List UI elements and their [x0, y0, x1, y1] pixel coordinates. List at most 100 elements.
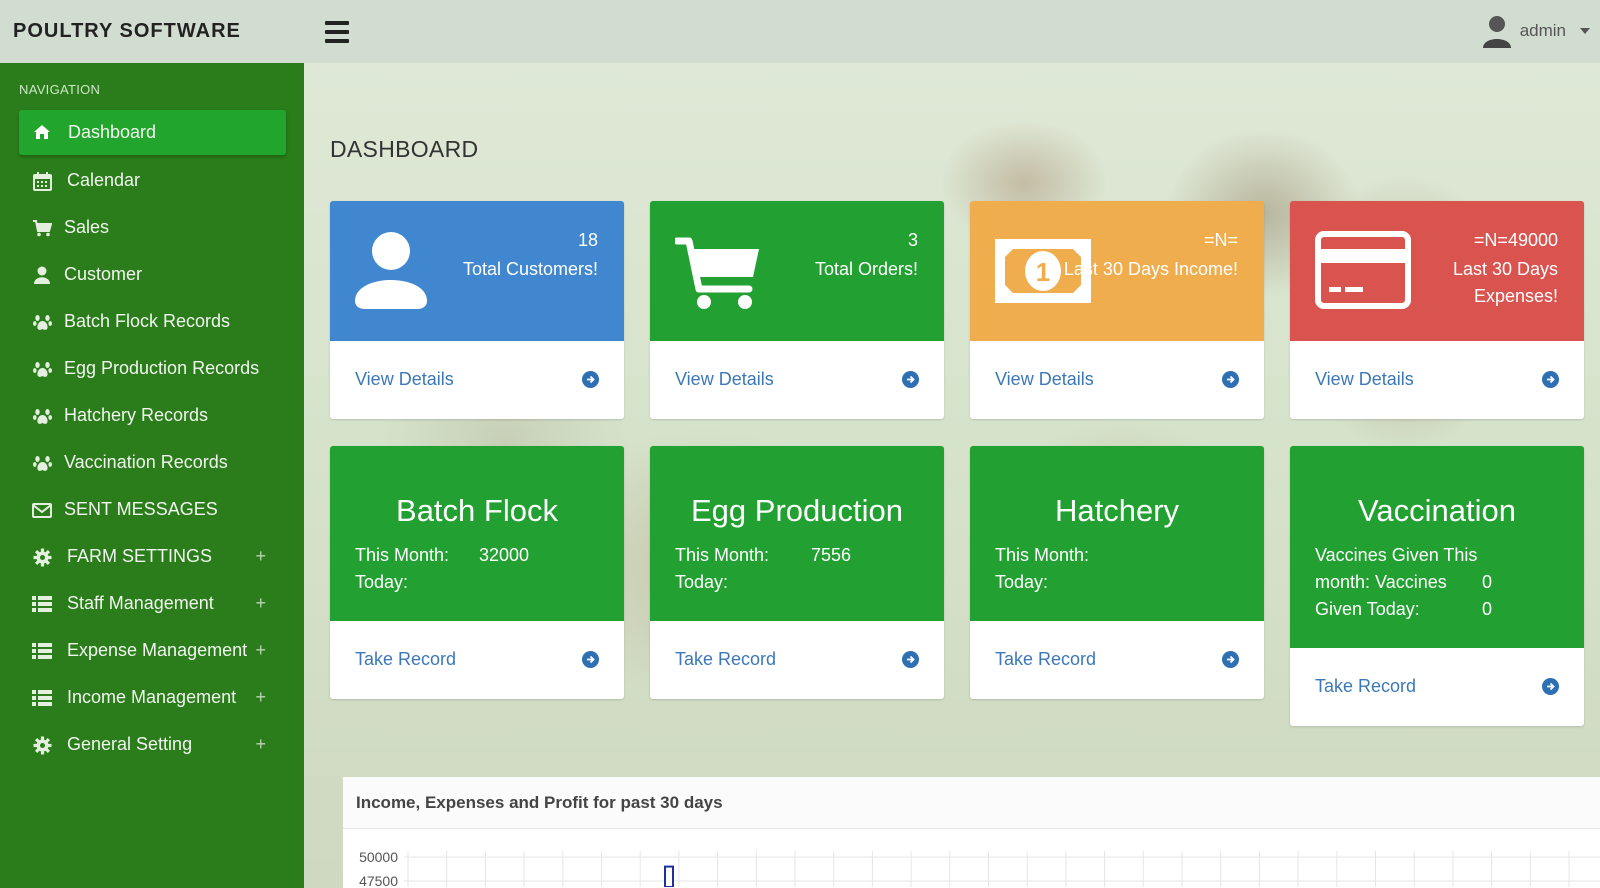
chart-bar[interactable] [664, 865, 674, 888]
stat-caption-line: Last 30 Days [1452, 259, 1558, 279]
stat-caption: Total Customers! [462, 259, 598, 279]
menu-toggle-icon[interactable] [325, 20, 349, 43]
sidebar-item-label: Customer [64, 264, 143, 284]
arrow-circle-right-icon [582, 371, 599, 388]
list-icon [31, 593, 53, 615]
record-card-hatchery: Hatchery This Month: Today: Take Record [970, 446, 1264, 699]
record-title: Batch Flock [396, 493, 558, 528]
user-icon [31, 264, 53, 286]
vaccines-today-value: 0 [1482, 599, 1493, 619]
main-content: DASHBOARD 18 Total Customers! View Detai… [304, 63, 1600, 888]
take-record-link[interactable]: Take Record [650, 621, 944, 699]
take-record-label: Take Record [355, 649, 457, 669]
sidebar-item-staff-management[interactable]: Staff Management + [0, 580, 304, 627]
sidebar-item-label: General Setting [67, 734, 193, 754]
paw-icon [31, 358, 53, 380]
stat-caption-line: Expenses! [1473, 286, 1558, 306]
stat-value: =N=49000 [1473, 230, 1558, 250]
sidebar-item-label: Expense Management [67, 640, 248, 660]
record-title: Vaccination [1358, 493, 1516, 528]
view-details-label: View Details [675, 369, 774, 389]
sidebar-item-income-management[interactable]: Income Management + [0, 674, 304, 721]
credit-card-icon [1315, 231, 1411, 309]
vaccines-month-label: month: Vaccines [1315, 572, 1447, 592]
sidebar-item-farm-settings[interactable]: FARM SETTINGS + [0, 533, 304, 580]
sidebar-item-label: Dashboard [68, 122, 157, 142]
record-card-header: Egg Production This Month: 7556 Today: [650, 446, 944, 621]
sidebar-item-general-setting[interactable]: General Setting + [0, 721, 304, 768]
take-record-link[interactable]: Take Record [970, 621, 1264, 699]
sidebar-item-sent-messages[interactable]: SENT MESSAGES [0, 486, 304, 533]
chevron-down-icon [1580, 28, 1590, 34]
view-details-link[interactable]: View Details [650, 341, 944, 419]
expand-icon[interactable]: + [255, 546, 266, 567]
cart-icon [675, 237, 759, 309]
paw-icon [31, 405, 53, 427]
expand-icon[interactable]: + [255, 687, 266, 708]
sidebar-item-dashboard[interactable]: Dashboard [19, 110, 286, 155]
arrow-circle-right-icon [902, 651, 919, 668]
stat-caption: Total Orders! [814, 259, 918, 279]
sidebar: NAVIGATION Dashboard Calendar Sales Cust… [0, 63, 304, 888]
envelope-icon [31, 499, 53, 521]
vaccines-line: Vaccines Given This [1315, 545, 1478, 565]
stat-card-header: 1 =N= Last 30 Days Income! [970, 201, 1264, 341]
record-card-header: Batch Flock This Month: 32000 Today: [330, 446, 624, 621]
arrow-circle-right-icon [1542, 371, 1559, 388]
stat-value: =N= [1203, 230, 1238, 250]
take-record-link[interactable]: Take Record [330, 621, 624, 699]
gear-icon [31, 734, 53, 756]
sidebar-item-label: FARM SETTINGS [67, 546, 213, 566]
sidebar-item-label: Income Management [67, 687, 237, 707]
record-title: Hatchery [1054, 493, 1180, 528]
stat-card-header: 18 Total Customers! [330, 201, 624, 341]
sidebar-item-hatchery-records[interactable]: Hatchery Records [0, 392, 304, 439]
record-card-batch-flock: Batch Flock This Month: 32000 Today: Tak… [330, 446, 624, 699]
month-value: 7556 [811, 545, 852, 565]
user-icon [355, 232, 427, 309]
expand-icon[interactable]: + [255, 593, 266, 614]
stat-card-income: 1 =N= Last 30 Days Income! View Details [970, 201, 1264, 419]
paw-icon [31, 311, 53, 333]
record-card-header: Vaccination Vaccines Given This month: V… [1290, 446, 1584, 648]
y-tick-label: 47500 [359, 873, 398, 887]
today-label: Today: [675, 572, 729, 592]
view-details-link[interactable]: View Details [330, 341, 624, 419]
view-details-link[interactable]: View Details [970, 341, 1264, 419]
vaccines-month-value: 0 [1482, 572, 1493, 592]
arrow-circle-right-icon [582, 651, 599, 668]
brand-title: POULTRY SOFTWARE [13, 20, 241, 42]
arrow-circle-right-icon [1222, 371, 1239, 388]
arrow-circle-right-icon [1542, 678, 1559, 695]
expand-icon[interactable]: + [255, 734, 266, 755]
sidebar-item-calendar[interactable]: Calendar [0, 157, 304, 204]
sidebar-item-label: SENT MESSAGES [64, 499, 218, 519]
sidebar-item-sales[interactable]: Sales [0, 204, 304, 251]
sidebar-item-egg-production-records[interactable]: Egg Production Records [0, 345, 304, 392]
sidebar-item-label: Batch Flock Records [64, 311, 231, 331]
expand-icon[interactable]: + [255, 640, 266, 661]
chart-title: Income, Expenses and Profit for past 30 … [343, 777, 1600, 829]
take-record-label: Take Record [675, 649, 777, 669]
today-label: Today: [995, 572, 1049, 592]
sidebar-item-vaccination-records[interactable]: Vaccination Records [0, 439, 304, 486]
user-name: admin [1519, 21, 1566, 40]
sidebar-item-label: Calendar [67, 170, 141, 190]
view-details-link[interactable]: View Details [1290, 341, 1584, 419]
month-label: This Month: [995, 545, 1090, 565]
top-bar: POULTRY SOFTWARE admin [0, 0, 1600, 63]
stat-card-expenses: =N=49000 Last 30 Days Expenses! View Deta… [1290, 201, 1584, 419]
stat-value: 3 [907, 230, 918, 250]
home-icon [31, 121, 53, 143]
user-menu[interactable]: admin [1482, 14, 1590, 48]
stat-caption: Last 30 Days Expenses! [1453, 256, 1558, 310]
y-tick-label: 50000 [359, 849, 398, 865]
chart-svg: 50000 47500 [359, 849, 1600, 888]
sidebar-item-customer[interactable]: Customer [0, 251, 304, 298]
sidebar-item-expense-management[interactable]: Expense Management + [0, 627, 304, 674]
calendar-icon [31, 170, 53, 192]
take-record-link[interactable]: Take Record [1290, 648, 1584, 726]
avatar-icon [1482, 16, 1511, 48]
sidebar-item-label: Egg Production Records [64, 358, 260, 378]
sidebar-item-batch-flock-records[interactable]: Batch Flock Records [0, 298, 304, 345]
